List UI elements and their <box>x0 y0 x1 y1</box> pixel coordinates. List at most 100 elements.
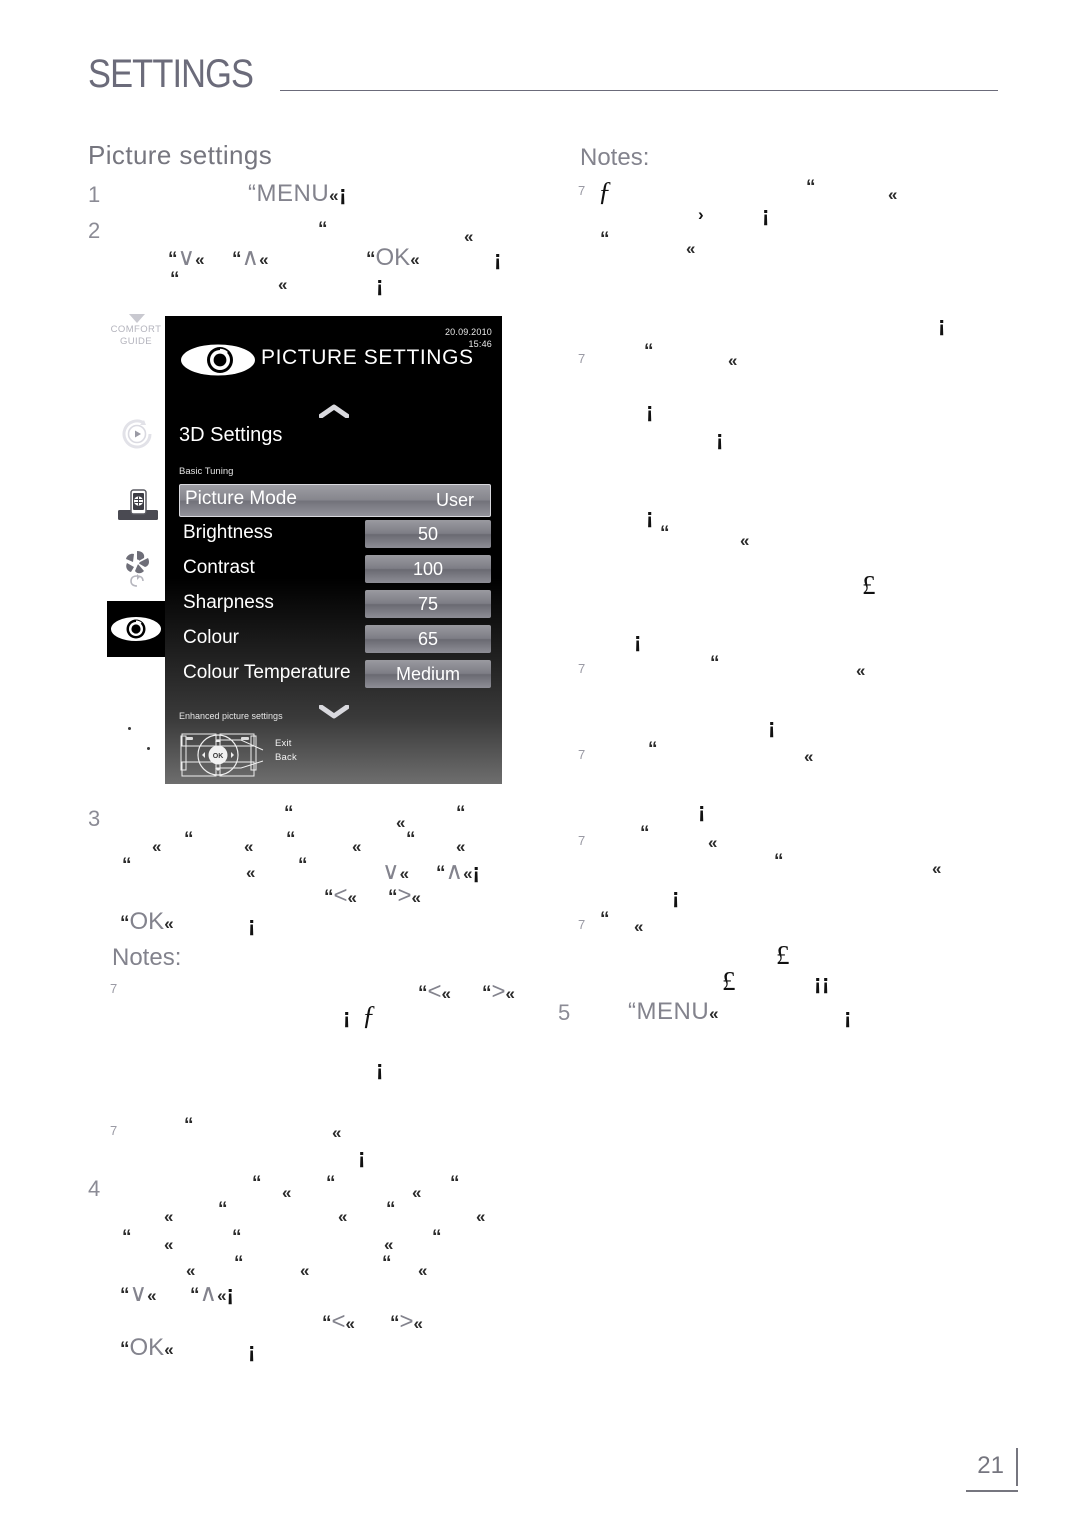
quote-mark: “ <box>298 855 308 876</box>
row-label: Picture Mode <box>185 488 297 509</box>
inverted-exclam-mark: ¡ <box>494 246 502 271</box>
quote-open-glyph: “ <box>324 887 334 908</box>
pound-mark: £ <box>776 940 790 970</box>
inverted-exclam-mark: ¡ <box>672 884 680 909</box>
inverted-exclam-mark: ¡ <box>814 970 822 995</box>
tv-screen: 20.09.2010 15:46 PICTURE SETTINGS 3D Set… <box>165 316 502 784</box>
florin-mark: ƒ <box>598 176 612 206</box>
quote-close-glyph: « <box>164 1340 174 1359</box>
quote-open-glyph: “ <box>322 1313 332 1334</box>
key-down-4: “∨« <box>120 1282 157 1306</box>
tv-row-sharpness[interactable]: Sharpness 75 <box>179 588 491 622</box>
key-label-ok: OK <box>129 908 165 935</box>
guillemet-mark: « <box>164 1207 174 1226</box>
row-label: Colour <box>183 627 239 648</box>
row-value[interactable]: 50 <box>365 520 491 548</box>
quote-mark: “ <box>456 803 466 824</box>
step-number-2: 2 <box>88 218 101 243</box>
quote-close-glyph: « <box>411 888 421 907</box>
row-value[interactable]: Medium <box>365 660 491 688</box>
inverted-exclam-mark: ¡ <box>646 398 654 423</box>
quote-close-glyph: « <box>147 1286 157 1305</box>
quote-open-glyph: “ <box>120 1339 130 1360</box>
tv-row-brightness[interactable]: Brightness 50 <box>179 518 491 552</box>
page-number: 21 <box>962 1448 1018 1492</box>
key-up-3: “∧«¡ <box>436 860 480 884</box>
quote-mark: “ <box>406 829 416 850</box>
key-ok-1: “OK« <box>366 246 420 270</box>
tv-enhanced-settings-label[interactable]: Enhanced picture settings <box>179 711 283 721</box>
quote-mark: “ <box>660 523 670 544</box>
key-ok-3: “OK« <box>120 910 174 934</box>
quote-mark: “ <box>326 1173 336 1194</box>
row-value[interactable]: 75 <box>365 590 491 618</box>
svg-text:OK: OK <box>213 753 224 760</box>
note-marker: 7 <box>578 351 586 366</box>
quote-mark: “ <box>252 1173 262 1194</box>
row-value[interactable]: 65 <box>365 625 491 653</box>
note-marker: 7 <box>110 981 118 996</box>
inverted-exclam-mark: ¡ <box>343 1004 351 1029</box>
quote-mark: “ <box>710 653 720 674</box>
note-marker: 7 <box>578 917 586 932</box>
quote-open-glyph: “ <box>390 1313 400 1334</box>
guillemet-mark: « <box>164 1235 174 1254</box>
key-label-right: > <box>397 882 412 909</box>
inverted-exclam-mark: ¡ <box>358 1144 366 1169</box>
tv-row-colour[interactable]: Colour 65 <box>179 623 491 657</box>
quote-mark: “ <box>382 1253 392 1274</box>
row-value[interactable]: 100 <box>365 555 491 583</box>
key-up-4: “∧«¡ <box>190 1282 234 1306</box>
inverted-exclam-mark: ¡ <box>376 272 384 297</box>
tv-settings-list: Picture Mode User Brightness 50 Contrast… <box>179 484 491 693</box>
quote-mark: “ <box>184 829 194 850</box>
quote-mark: “ <box>432 1227 442 1248</box>
key-ok-4: “OK« <box>120 1336 174 1360</box>
quote-mark: “ <box>600 229 610 250</box>
quote-mark: “ <box>644 341 654 362</box>
quote-close-glyph: « <box>441 984 451 1003</box>
row-label: Contrast <box>183 557 255 578</box>
quote-mark: “ <box>122 1227 132 1248</box>
quote-mark: “ <box>218 1199 228 1220</box>
quote-mark: “ <box>286 829 296 850</box>
note-marker: 7 <box>578 183 586 198</box>
quote-mark: “ <box>648 739 658 760</box>
inverted-exclam-glyph: ¡ <box>226 1281 234 1306</box>
guillemet-mark: « <box>186 1261 196 1280</box>
quote-close-glyph: « <box>463 864 473 883</box>
quote-close-glyph: « <box>217 1286 227 1305</box>
inverted-exclam-mark: ¡ <box>376 1056 384 1081</box>
guillemet-mark: « <box>932 859 942 878</box>
quote-open-glyph: “ <box>418 983 428 1004</box>
tv-row-picture-mode[interactable]: Picture Mode User <box>179 484 491 517</box>
row-value[interactable]: User <box>436 488 474 512</box>
fan-icon <box>120 546 154 590</box>
note-marker: 7 <box>578 833 586 848</box>
quote-close-glyph: « <box>347 888 357 907</box>
quote-mark: “ <box>386 1199 396 1220</box>
guillemet-mark: « <box>476 1207 486 1226</box>
tv-submenu-3d-settings[interactable]: 3D Settings <box>179 424 282 447</box>
row-label: Colour Temperature <box>183 662 351 683</box>
inverted-exclam-glyph: ¡ <box>472 859 480 884</box>
tv-row-colour-temperature[interactable]: Colour Temperature Medium <box>179 658 491 692</box>
pound-mark: £ <box>862 570 876 600</box>
chevron-down-icon[interactable] <box>318 704 349 724</box>
quote-close-glyph: « <box>195 250 205 269</box>
tv-date: 20.09.2010 <box>444 327 492 337</box>
chevron-up-icon[interactable] <box>318 404 349 423</box>
quote-close-glyph: « <box>505 984 515 1003</box>
page-number-value: 21 <box>977 1452 1004 1479</box>
remote-exit-label: Exit <box>275 738 292 749</box>
tv-row-contrast[interactable]: Contrast 100 <box>179 553 491 587</box>
key-label-up: ∧ <box>199 1280 218 1307</box>
decorative-dot <box>147 747 150 750</box>
inverted-exclam-mark: ¡ <box>698 798 706 823</box>
key-label-up: ∧ <box>445 858 464 885</box>
guillemet-mark: « <box>456 837 466 856</box>
comfort-guide-line1: COMFORT <box>110 324 162 335</box>
quote-mark: “ <box>232 1227 242 1248</box>
quote-open-glyph: “ <box>366 249 376 270</box>
comfort-guide-label: COMFORT GUIDE <box>107 324 165 348</box>
